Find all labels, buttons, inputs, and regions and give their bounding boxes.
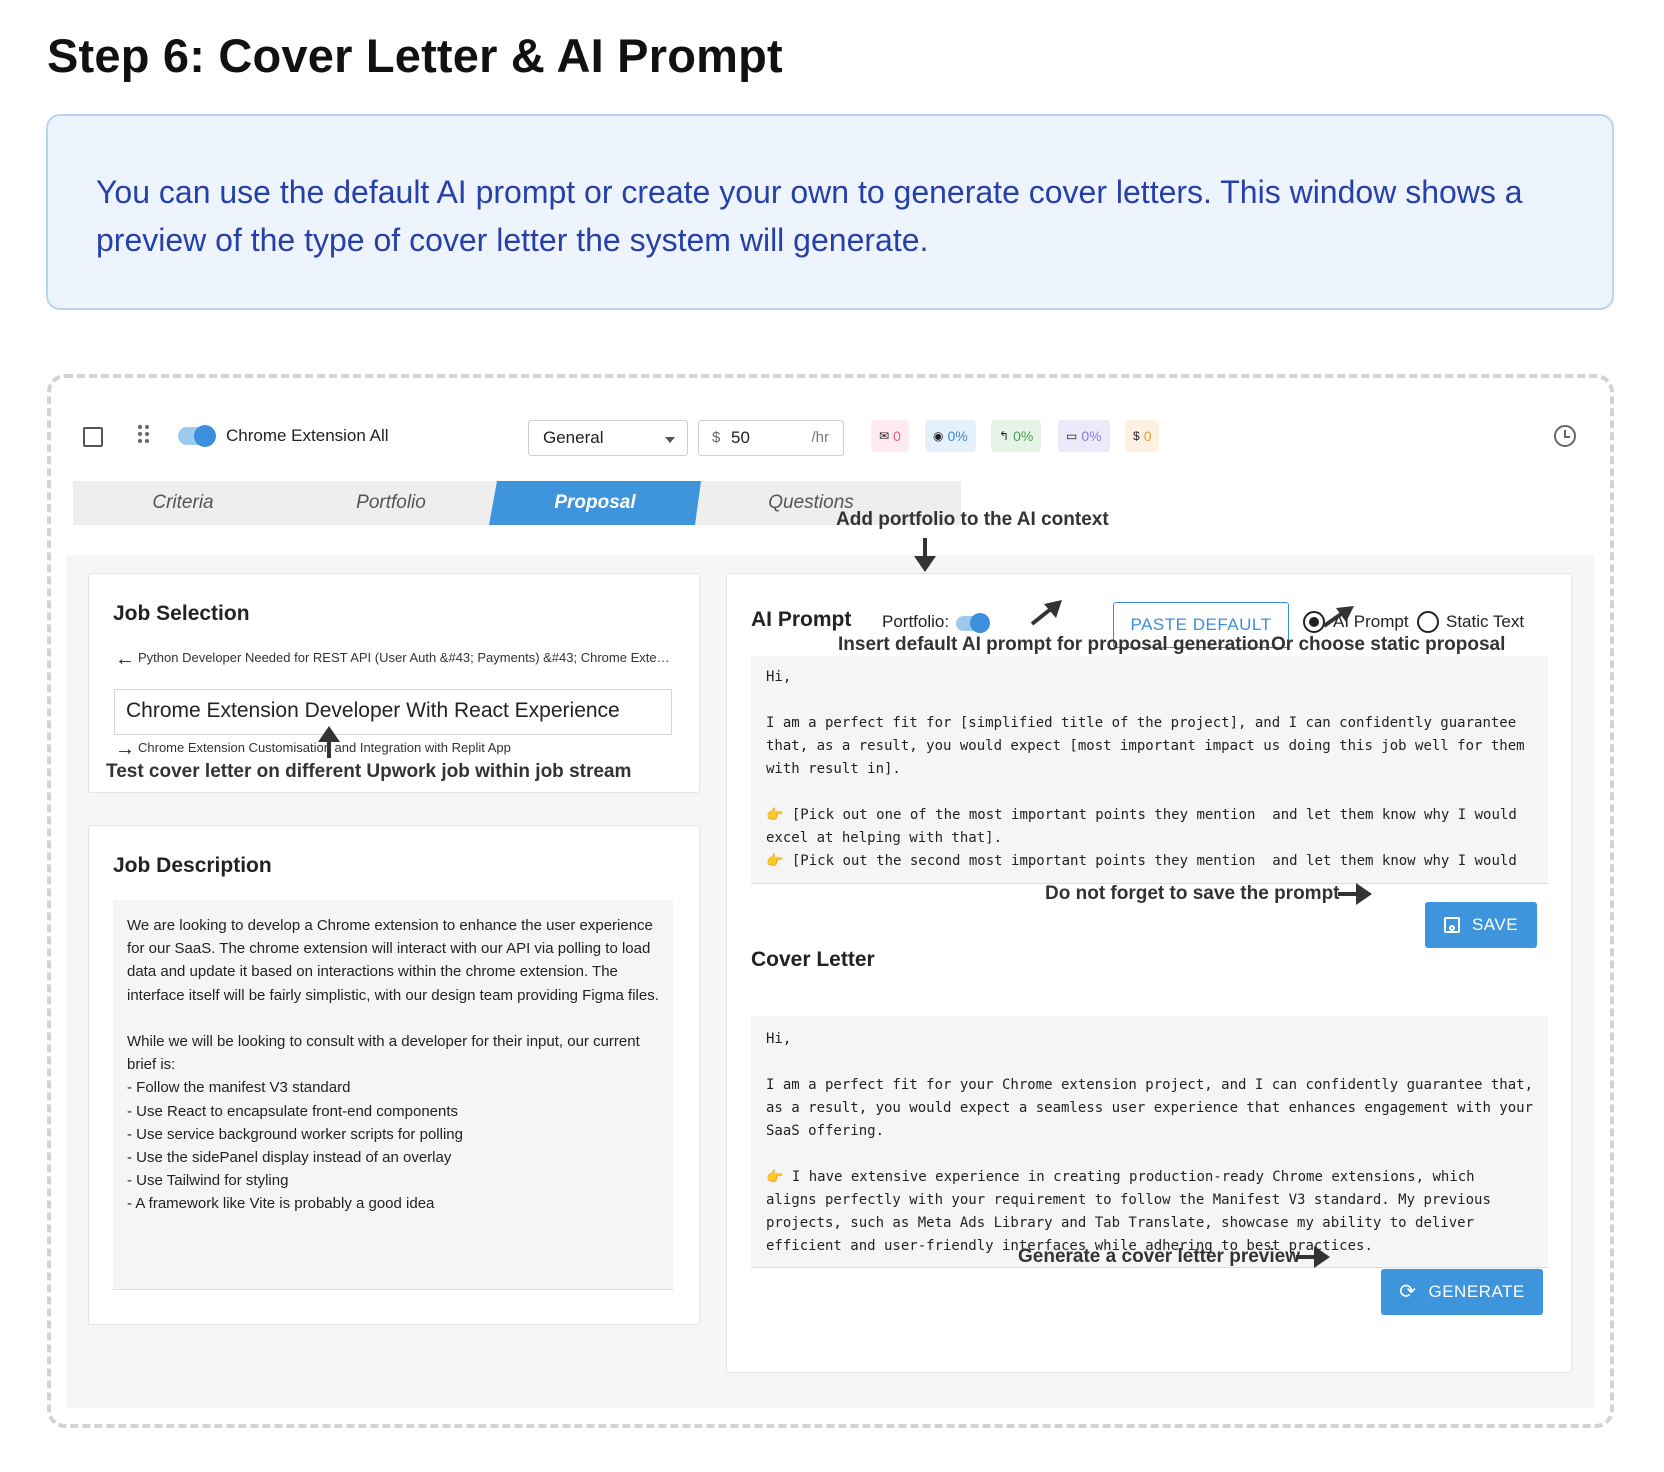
replies-badge: ↰ 0%	[991, 420, 1042, 452]
job-selection-card: Job Selection ← Python Developer Needed f…	[88, 573, 700, 793]
info-callout: You can use the default AI prompt or cre…	[46, 114, 1614, 310]
category-select[interactable]: General	[528, 420, 688, 456]
annotation-test-cover-letter: Test cover letter on different Upwork jo…	[106, 761, 632, 782]
campaign-header: Chrome Extension All General $ 50 /hr ✉ 0…	[66, 395, 1594, 555]
refresh-icon: ⟳	[1399, 1281, 1417, 1303]
annotation-arrow-down-icon	[914, 538, 936, 572]
annotation-insert-default: Insert default AI prompt for proposal ge…	[838, 634, 1271, 655]
section-tabs: Criteria Portfolio Proposal Questions	[73, 481, 961, 525]
category-select-value: General	[543, 428, 604, 447]
generate-button-label: GENERATE	[1428, 1282, 1525, 1301]
generate-button[interactable]: ⟳ GENERATE	[1381, 1269, 1543, 1315]
messages-count: 0	[893, 428, 901, 444]
static-text-radio-label: Static Text	[1446, 612, 1525, 631]
pointing-hand-icon: 👉	[766, 807, 792, 823]
job-description-card: Job Description We are looking to develo…	[88, 825, 700, 1325]
next-job-link[interactable]: → Chrome Extension Customisation and Inte…	[115, 738, 511, 761]
static-text-radio[interactable]	[1417, 611, 1439, 633]
annotation-portfolio-context: Add portfolio to the AI context	[836, 509, 1109, 530]
tab-portfolio[interactable]: Portfolio	[293, 481, 489, 525]
annotation-arrow-right-icon	[1296, 1246, 1330, 1268]
arrow-right-icon: →	[115, 738, 135, 760]
drag-handle-icon[interactable]	[138, 425, 150, 445]
info-text: You can use the default AI prompt or cre…	[96, 174, 1523, 258]
annotation-arrow-right-icon	[1338, 883, 1372, 905]
cover-letter-intro: Hi, I am a perfect fit for your Chrome e…	[766, 1031, 1534, 1139]
rate-unit: /hr	[811, 429, 829, 446]
ai-prompt-textarea[interactable]: Hi, I am a perfect fit for [simplified t…	[751, 656, 1548, 884]
dollar-icon: $	[1133, 429, 1140, 443]
hourly-rate-input[interactable]: $ 50 /hr	[698, 420, 844, 456]
arrow-left-icon: ←	[115, 648, 135, 670]
reply-icon: ↰	[999, 429, 1010, 443]
job-selection-title: Job Selection	[113, 602, 250, 625]
previous-job-title: Python Developer Needed for REST API (Us…	[138, 650, 675, 665]
current-job-field[interactable]: Chrome Extension Developer With React Ex…	[114, 689, 672, 735]
prompt-bullet-2: [Pick out the second most important poin…	[791, 853, 1517, 869]
spend-badge: $0	[1125, 420, 1160, 452]
views-badge: ◉ 0%	[925, 420, 976, 452]
page-title: Step 6: Cover Letter & AI Prompt	[47, 29, 783, 82]
annotation-generate-preview: Generate a cover letter preview	[1018, 1246, 1300, 1267]
annotation-save-prompt: Do not forget to save the prompt	[1045, 883, 1340, 904]
prompt-intro: Hi, I am a perfect fit for [simplified t…	[766, 669, 1525, 777]
spend-value: 0	[1143, 428, 1152, 444]
select-checkbox[interactable]	[83, 427, 103, 447]
save-button-label: SAVE	[1471, 915, 1519, 934]
currency-label: $	[712, 429, 721, 446]
pointing-hand-icon: 👉	[766, 1169, 792, 1185]
portfolio-toggle[interactable]	[956, 613, 990, 633]
annotation-arrow-up-icon	[318, 726, 340, 758]
annotation-static-proposal: Or choose static proposal	[1271, 634, 1506, 655]
briefcase-icon: ▭	[1066, 429, 1078, 443]
job-description-text[interactable]: We are looking to develop a Chrome exten…	[113, 900, 673, 1290]
tab-criteria[interactable]: Criteria	[73, 481, 293, 525]
job-description-title: Job Description	[113, 854, 272, 877]
floppy-disk-icon	[1443, 917, 1460, 933]
campaign-toggle[interactable]	[178, 425, 216, 447]
rate-value: 50	[731, 428, 750, 447]
pointing-hand-icon: 👉	[766, 853, 792, 869]
hires-badge: ▭ 0%	[1058, 420, 1110, 452]
annotation-arrow-up-right-icon	[1030, 600, 1062, 626]
annotation-arrow-up-right-icon	[1322, 606, 1354, 628]
save-button[interactable]: SAVE	[1425, 902, 1537, 948]
cover-letter-preview[interactable]: Hi, I am a perfect fit for your Chrome e…	[751, 1016, 1548, 1268]
envelope-icon: ✉	[879, 429, 890, 443]
replies-rate: 0%	[1013, 428, 1034, 444]
views-rate: 0%	[947, 428, 968, 444]
previous-job-link[interactable]: ← Python Developer Needed for REST API (U…	[115, 648, 675, 671]
eye-icon: ◉	[933, 429, 944, 443]
cover-letter-title: Cover Letter	[751, 948, 875, 971]
prompt-bullet-1: [Pick out one of the most important poin…	[766, 807, 1526, 846]
history-icon[interactable]	[1554, 425, 1576, 447]
ai-prompt-title: AI Prompt	[751, 608, 852, 631]
messages-badge: ✉ 0	[871, 420, 909, 452]
chevron-down-icon	[665, 437, 675, 443]
tab-proposal[interactable]: Proposal	[489, 481, 701, 525]
campaign-name: Chrome Extension All	[226, 426, 389, 445]
portfolio-label: Portfolio:	[882, 612, 950, 631]
cover-letter-bullet-1: I have extensive experience in creating …	[766, 1169, 1500, 1254]
hires-rate: 0%	[1081, 428, 1102, 444]
